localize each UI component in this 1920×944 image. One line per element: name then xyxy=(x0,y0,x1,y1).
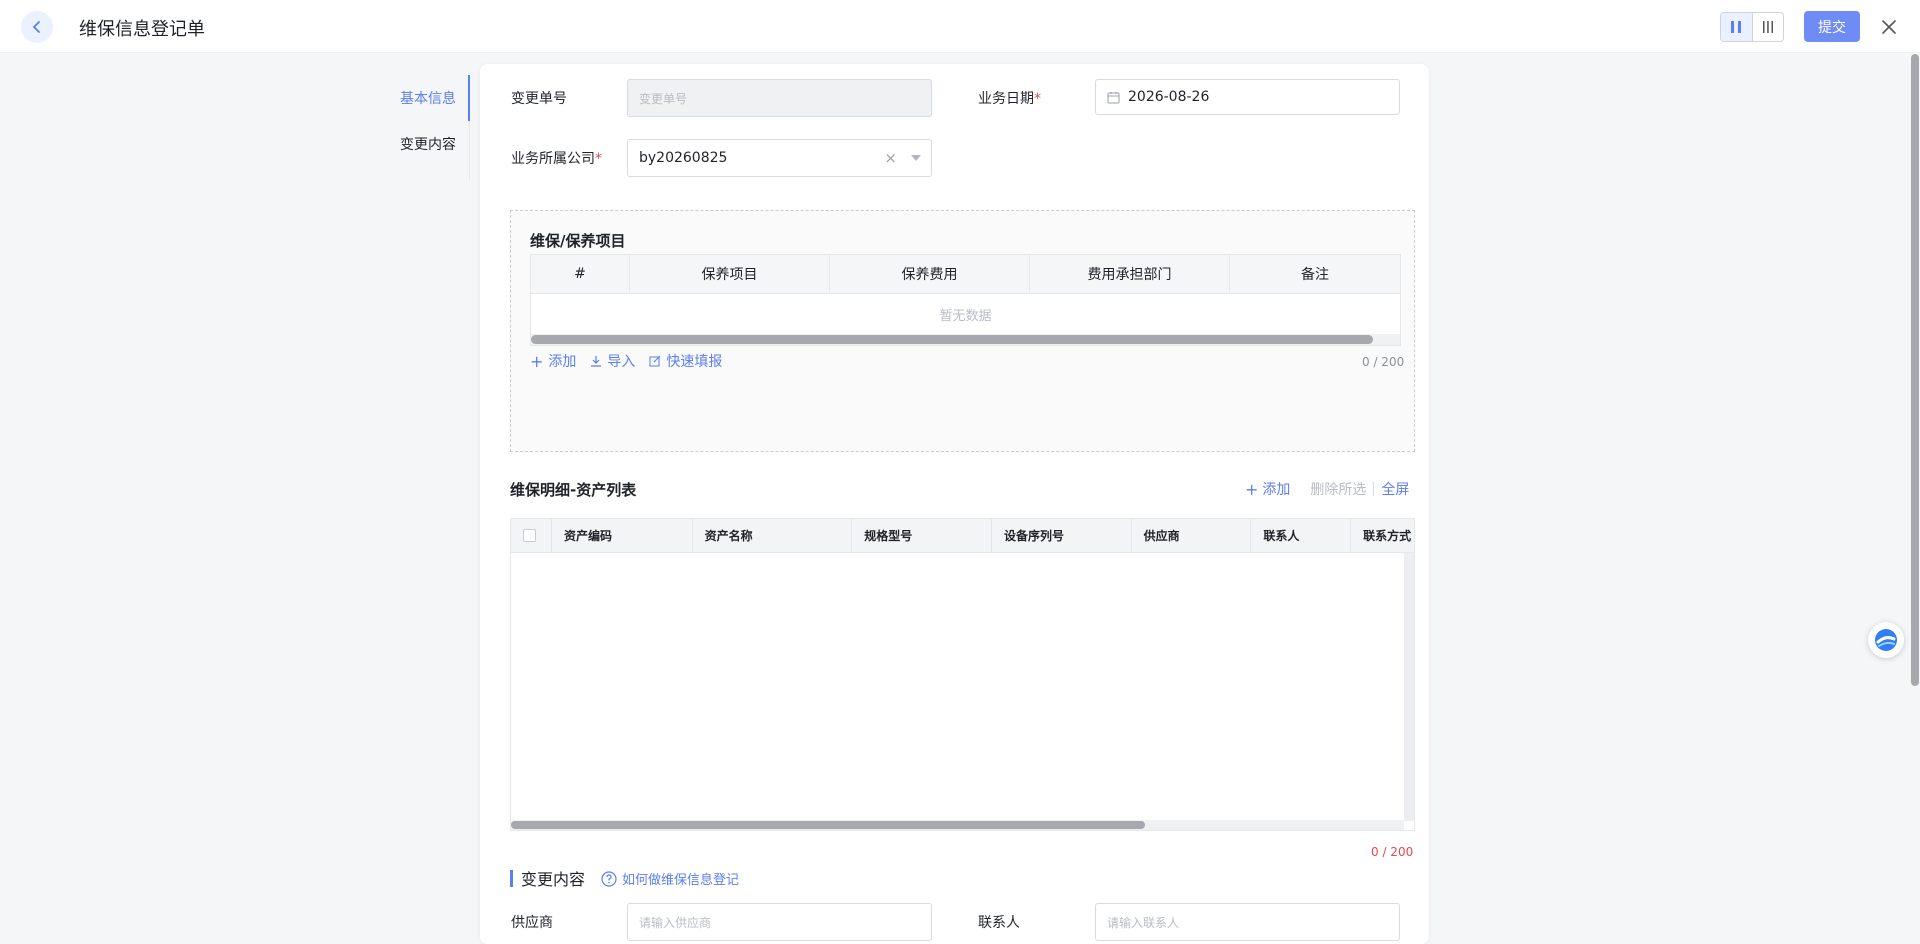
question-circle-icon xyxy=(601,870,617,887)
page-title: 维保信息登记单 xyxy=(79,19,205,40)
asset-list-actions: + 添加 删除所选 全屏 xyxy=(1245,479,1409,499)
import-button[interactable]: 导入 xyxy=(590,351,635,371)
download-icon xyxy=(591,356,602,367)
supplier-input[interactable]: 请输入供应商 xyxy=(627,903,932,941)
select-all-cell xyxy=(511,519,552,552)
column-header: 规格型号 xyxy=(852,519,992,552)
clear-icon[interactable]: × xyxy=(884,149,897,167)
company-select[interactable]: by20260825 × xyxy=(627,139,932,177)
asset-row-counter: 0 / 200 xyxy=(1371,845,1414,859)
change-no-label: 变更单号 xyxy=(511,91,567,107)
three-column-icon xyxy=(1762,21,1773,33)
change-content-heading: 变更内容 xyxy=(510,866,585,890)
asset-list-grid: 资产编码 资产名称 规格型号 设备序列号 供应商 联系人 联系方式 xyxy=(510,518,1415,831)
biz-date-picker[interactable]: 2026-08-26 xyxy=(1095,79,1400,115)
scrollbar-thumb[interactable] xyxy=(1911,54,1919,686)
horizontal-scrollbar[interactable] xyxy=(531,334,1400,345)
view-mode-toggle xyxy=(1720,12,1784,42)
section-accent-bar xyxy=(510,869,513,887)
select-all-checkbox[interactable] xyxy=(523,529,536,542)
maintenance-items-title: 维保/保养项目 xyxy=(530,232,626,250)
side-nav-label: 变更内容 xyxy=(400,137,456,153)
grid-header: 资产编码 资产名称 规格型号 设备序列号 供应商 联系人 联系方式 xyxy=(511,519,1414,553)
divider xyxy=(1373,482,1375,496)
three-column-view-button[interactable] xyxy=(1753,13,1784,41)
form-card: 变更单号 变更单号 业务日期* 2026-08-26 业务所属公司* by202… xyxy=(480,64,1429,944)
scrollbar-thumb[interactable] xyxy=(531,335,1373,344)
back-button[interactable] xyxy=(21,11,53,43)
maintenance-items-table: # 保养项目 保养费用 费用承担部门 备注 暂无数据 xyxy=(530,254,1401,346)
column-header: 保养项目 xyxy=(630,255,830,293)
biz-date-label: 业务日期* xyxy=(978,91,1041,107)
column-header: 供应商 xyxy=(1132,519,1252,552)
two-column-icon xyxy=(1731,21,1742,33)
edit-icon xyxy=(649,355,661,367)
vertical-scrollbar[interactable] xyxy=(1404,553,1414,821)
top-bar: 维保信息登记单 提交 xyxy=(0,0,1920,53)
supplier-label: 供应商 xyxy=(511,915,553,931)
column-header: 保养费用 xyxy=(830,255,1030,293)
help-link[interactable]: 如何做维保信息登记 xyxy=(601,869,739,888)
horizontal-scrollbar[interactable] xyxy=(511,820,1404,830)
side-anchor-nav: 基本信息 变更内容 xyxy=(380,75,470,181)
calendar-icon xyxy=(1107,91,1120,104)
side-nav-item-basic-info[interactable]: 基本信息 xyxy=(380,75,470,121)
assistant-icon xyxy=(1875,629,1897,651)
change-no-input[interactable]: 变更单号 xyxy=(627,79,932,117)
add-asset-button[interactable]: + 添加 xyxy=(1245,479,1290,499)
biz-date-value: 2026-08-26 xyxy=(1128,89,1210,105)
add-item-button[interactable]: + 添加 xyxy=(530,351,576,371)
asset-list-title: 维保明细-资产列表 xyxy=(510,481,637,499)
delete-selected-button[interactable]: 删除所选 xyxy=(1310,479,1366,499)
fullscreen-button[interactable]: 全屏 xyxy=(1381,479,1409,499)
empty-placeholder: 暂无数据 xyxy=(939,308,992,324)
page-scrollbar[interactable] xyxy=(1909,53,1920,919)
table-header: # 保养项目 保养费用 费用承担部门 备注 xyxy=(531,255,1400,294)
chevron-left-icon xyxy=(32,21,40,33)
column-header: 备注 xyxy=(1301,267,1329,283)
column-header: 联系人 xyxy=(1251,519,1352,552)
chevron-down-icon[interactable] xyxy=(911,155,921,161)
column-header: # xyxy=(531,255,630,293)
row-counter: 0 / 200 xyxy=(1362,355,1405,369)
side-nav-label: 基本信息 xyxy=(400,91,456,107)
column-header: 资产编码 xyxy=(552,519,693,552)
column-header: 设备序列号 xyxy=(992,519,1132,552)
assistant-float-button[interactable] xyxy=(1868,622,1904,658)
side-nav-item-change-content[interactable]: 变更内容 xyxy=(380,121,470,167)
close-icon[interactable] xyxy=(1878,16,1900,38)
column-header: 费用承担部门 xyxy=(1030,255,1230,293)
contact-label: 联系人 xyxy=(978,915,1020,931)
contact-input[interactable]: 请输入联系人 xyxy=(1095,903,1400,941)
column-header: 联系方式 xyxy=(1363,529,1412,543)
two-column-view-button[interactable] xyxy=(1721,13,1753,41)
maintenance-items-section: 维保/保养项目 # 保养项目 保养费用 费用承担部门 备注 暂无数据 + 添加 … xyxy=(510,210,1415,452)
company-value: by20260825 xyxy=(639,150,728,166)
quick-fill-button[interactable]: 快速填报 xyxy=(649,351,722,371)
column-header: 资产名称 xyxy=(693,519,853,552)
plus-icon: + xyxy=(1245,479,1259,499)
plus-icon: + xyxy=(530,351,544,371)
company-label: 业务所属公司* xyxy=(511,151,602,167)
nav-divider xyxy=(469,121,470,181)
maintenance-items-actions: + 添加 导入 快速填报 xyxy=(530,351,722,371)
scrollbar-thumb[interactable] xyxy=(511,821,1145,829)
submit-button[interactable]: 提交 xyxy=(1804,11,1860,42)
